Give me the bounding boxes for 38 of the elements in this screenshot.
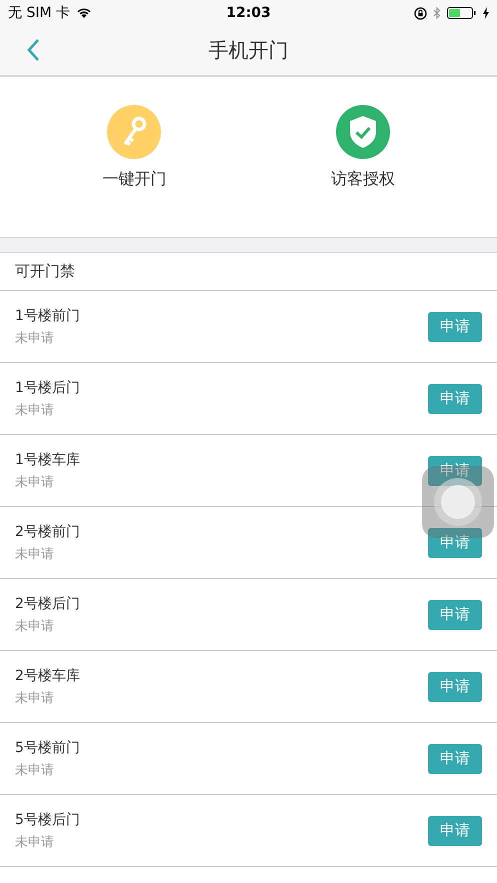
wifi-icon	[76, 7, 92, 19]
apply-button[interactable]: 申请	[428, 744, 482, 774]
charging-icon	[483, 7, 489, 19]
page-title: 手机开门	[208, 37, 288, 64]
section-heading: 可开门禁	[15, 262, 75, 281]
door-name: 1号楼前门	[15, 306, 80, 324]
apply-button[interactable]: 申请	[428, 384, 482, 414]
door-name: 2号楼前门	[15, 522, 80, 540]
clock-time: 12:03	[226, 5, 271, 21]
door-status: 未申请	[15, 402, 55, 418]
apply-button[interactable]: 申请	[428, 528, 482, 558]
apply-button[interactable]: 申请	[428, 456, 482, 486]
door-status: 未申请	[15, 546, 55, 562]
visitor-authorization-button[interactable]: 访客授权	[330, 105, 395, 190]
door-status: 未申请	[15, 330, 55, 346]
apply-button[interactable]: 申请	[428, 312, 482, 342]
door-status: 未申请	[15, 618, 55, 634]
door-status: 未申请	[15, 762, 55, 778]
door-status: 未申请	[15, 690, 55, 706]
door-status: 未申请	[15, 474, 55, 490]
door-name: 1号楼后门	[15, 378, 80, 396]
key-icon	[107, 105, 162, 159]
door-name: 5号楼后门	[15, 810, 80, 828]
door-name: 2号楼后门	[15, 594, 80, 612]
apply-button[interactable]: 申请	[428, 600, 482, 630]
carrier-text: 无 SIM 卡	[8, 4, 70, 22]
door-status: 未申请	[15, 834, 55, 850]
door-name: 2号楼车库	[15, 666, 80, 684]
bluetooth-icon	[433, 6, 441, 20]
door-name: 1号楼车库	[15, 450, 80, 468]
shield-check-icon	[336, 105, 390, 159]
apply-button[interactable]: 申请	[428, 816, 482, 846]
battery-icon	[447, 7, 477, 19]
one-tap-unlock-button[interactable]: 一键开门	[102, 105, 166, 190]
apply-button[interactable]: 申请	[428, 672, 482, 702]
back-button[interactable]	[26, 38, 40, 62]
rotation-lock-icon	[414, 6, 427, 20]
door-name: 5号楼前门	[15, 738, 80, 756]
